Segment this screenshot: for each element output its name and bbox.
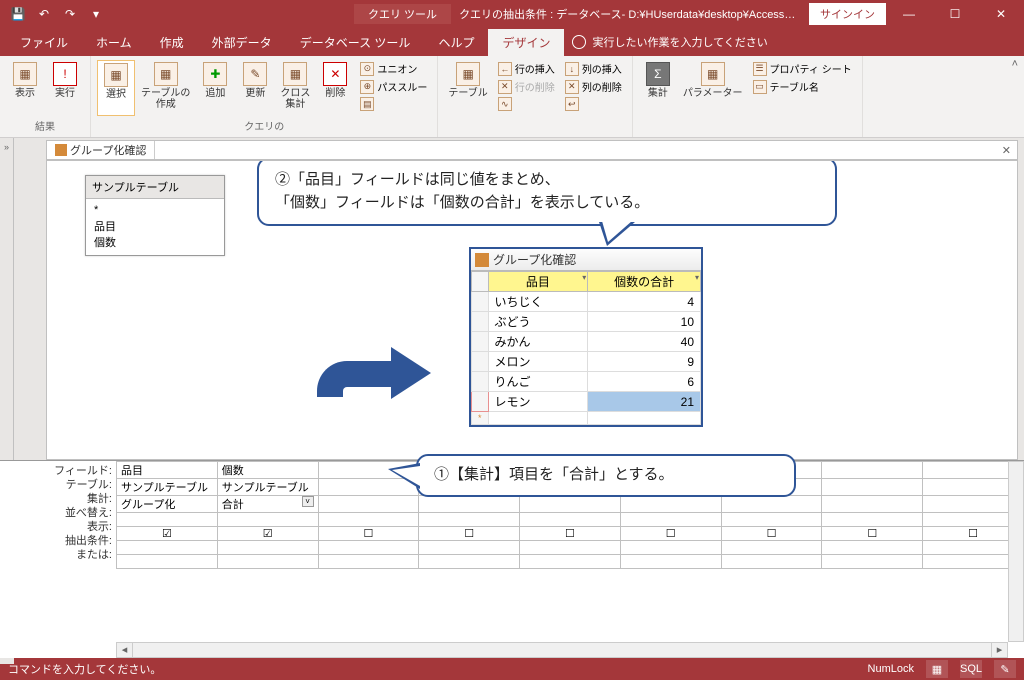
contextual-tab-label: クエリ ツール — [354, 4, 451, 24]
field-item[interactable]: 個数 — [94, 235, 216, 252]
property-sheet-button[interactable]: ☰プロパティ シート — [749, 60, 856, 77]
tab-close-icon[interactable]: ✕ — [996, 144, 1017, 157]
group-querytype: クエリの — [97, 116, 431, 133]
ribbon-tabs: ファイル ホーム 作成 外部データ データベース ツール ヘルプ デザイン 実行… — [0, 28, 1024, 56]
annotation-2: ②「品目」フィールドは同じ値をまとめ、 「個数」フィールドは「個数の合計」を表示… — [257, 160, 837, 226]
window-title: クエリの抽出条件 : データベース- D:¥HUserdata¥desktop¥… — [459, 6, 799, 22]
vertical-scrollbar[interactable] — [1008, 461, 1024, 642]
title-bar: 💾 ↶ ↷ ▾ クエリ ツール クエリの抽出条件 : データベース- D:¥HU… — [0, 0, 1024, 28]
field-star[interactable]: * — [94, 202, 216, 219]
maketable-button[interactable]: ▦テーブルの 作成 — [137, 60, 194, 116]
undo-icon[interactable]: ↶ — [34, 4, 54, 24]
show-checkbox[interactable]: ☑ — [217, 527, 318, 541]
close-button[interactable]: ✕ — [978, 0, 1024, 28]
tab-help[interactable]: ヘルプ — [424, 29, 488, 56]
query-design-upper: » グループ化確認 ✕ サンプルテーブル * 品目 個数 ②「品目」フィールドは… — [0, 138, 1024, 460]
numlock-indicator: NumLock — [868, 663, 914, 675]
group-results: 結果 — [6, 116, 84, 133]
insert-col-button[interactable]: ↓列の挿入 — [561, 60, 626, 77]
result-title: グループ化確認 — [493, 251, 576, 268]
window-controls: — ☐ ✕ — [886, 0, 1024, 28]
show-checkbox[interactable]: ☑ — [117, 527, 218, 541]
bulb-icon — [572, 35, 586, 49]
minimize-button[interactable]: — — [886, 0, 932, 28]
delete-row-button[interactable]: ✕行の削除 — [494, 78, 559, 95]
query-icon — [55, 144, 67, 156]
status-text: コマンドを入力してください。 — [8, 661, 161, 677]
table-fieldlist[interactable]: サンプルテーブル * 品目 個数 — [85, 175, 225, 256]
append-button[interactable]: ✚追加 — [196, 60, 234, 116]
ribbon-collapse-icon[interactable]: ˄ — [1012, 58, 1018, 70]
qat-dropdown-icon[interactable]: ▾ — [86, 4, 106, 24]
document-tabs: グループ化確認 ✕ — [46, 140, 1018, 160]
builder-button[interactable]: ∿ — [494, 96, 559, 112]
field-item[interactable]: 品目 — [94, 219, 216, 236]
arrow-icon — [307, 321, 437, 411]
table-name: サンプルテーブル — [86, 176, 224, 199]
union-button[interactable]: ⊙ユニオン — [356, 60, 431, 77]
update-button[interactable]: ✎更新 — [236, 60, 274, 116]
annotation-1: ①【集計】項目を「合計」とする。 — [416, 454, 796, 497]
delete-query-button[interactable]: ✕削除 — [316, 60, 354, 116]
parameters-button[interactable]: ▦パラメーター — [679, 60, 747, 133]
tab-externaldata[interactable]: 外部データ — [198, 29, 286, 56]
view-button[interactable]: ▦表示 — [6, 60, 44, 116]
tab-dbtools[interactable]: データベース ツール — [286, 29, 425, 56]
grid-columns[interactable]: 品目個数 サンプルテーブルサンプルテーブル グループ化合計˅ ☑☑☐☐☐☐☐☐☐… — [116, 461, 1024, 658]
horizontal-scrollbar[interactable]: ◂▸ — [116, 642, 1008, 658]
insert-row-button[interactable]: ←行の挿入 — [494, 60, 559, 77]
signin-button[interactable]: サインイン — [809, 3, 886, 25]
tab-home[interactable]: ホーム — [82, 29, 146, 56]
run-button[interactable]: !実行 — [46, 60, 84, 116]
query-design-grid: フィールド:テーブル:集計: 並べ替え:表示:抽出条件:または: 品目個数 サン… — [0, 460, 1024, 658]
design-canvas[interactable]: サンプルテーブル * 品目 個数 ②「品目」フィールドは同じ値をまとめ、 「個数… — [46, 160, 1018, 460]
passthrough-button[interactable]: ⊕パススルー — [356, 78, 431, 95]
tab-design[interactable]: デザイン — [488, 29, 564, 56]
view-datasheet-icon[interactable]: ▦ — [926, 660, 948, 678]
table-names-button[interactable]: ▭テーブル名 — [749, 78, 856, 95]
show-table-button[interactable]: ▦テーブル — [444, 60, 491, 133]
delete-col-button[interactable]: ✕列の削除 — [561, 78, 626, 95]
query-icon — [475, 253, 489, 267]
document-tab-label: グループ化確認 — [70, 142, 146, 158]
crosstab-button[interactable]: ▦クロス 集計 — [276, 60, 314, 116]
maximize-button[interactable]: ☐ — [932, 0, 978, 28]
status-bar: コマンドを入力してください。 NumLock ▦ SQL ✎ — [0, 658, 1024, 680]
save-icon[interactable]: 💾 — [8, 4, 28, 24]
col-header[interactable]: 品目▾ — [488, 272, 588, 292]
col-header[interactable]: 個数の合計▾ — [588, 272, 701, 292]
quick-access-toolbar: 💾 ↶ ↷ ▾ — [0, 4, 114, 24]
view-sql-button[interactable]: SQL — [960, 660, 982, 678]
document-tab[interactable]: グループ化確認 — [47, 141, 155, 159]
tab-create[interactable]: 作成 — [146, 29, 198, 56]
return-button[interactable]: ↩ — [561, 96, 626, 112]
nav-toggle[interactable]: » — [0, 138, 14, 460]
view-design-icon[interactable]: ✎ — [994, 660, 1016, 678]
redo-icon[interactable]: ↷ — [60, 4, 80, 24]
tell-me-search[interactable]: 実行したい作業を入力してください — [572, 34, 767, 50]
ribbon: ▦表示 !実行 結果 ▦選択 ▦テーブルの 作成 ✚追加 ✎更新 ▦クロス 集計… — [0, 56, 1024, 138]
grid-row-labels: フィールド:テーブル:集計: 並べ替え:表示:抽出条件:または: — [0, 461, 116, 658]
datadef-button[interactable]: ▤ — [356, 96, 431, 112]
result-datasheet: グループ化確認 品目▾ 個数の合計▾ いちじく4 ぶどう10 みかん40 メロン… — [469, 247, 703, 427]
tab-file[interactable]: ファイル — [6, 29, 82, 56]
totals-button[interactable]: Σ集計 — [639, 60, 677, 133]
select-query-button[interactable]: ▦選択 — [97, 60, 135, 116]
dropdown-icon[interactable]: ˅ — [302, 496, 314, 507]
tell-me-placeholder: 実行したい作業を入力してください — [592, 34, 767, 50]
